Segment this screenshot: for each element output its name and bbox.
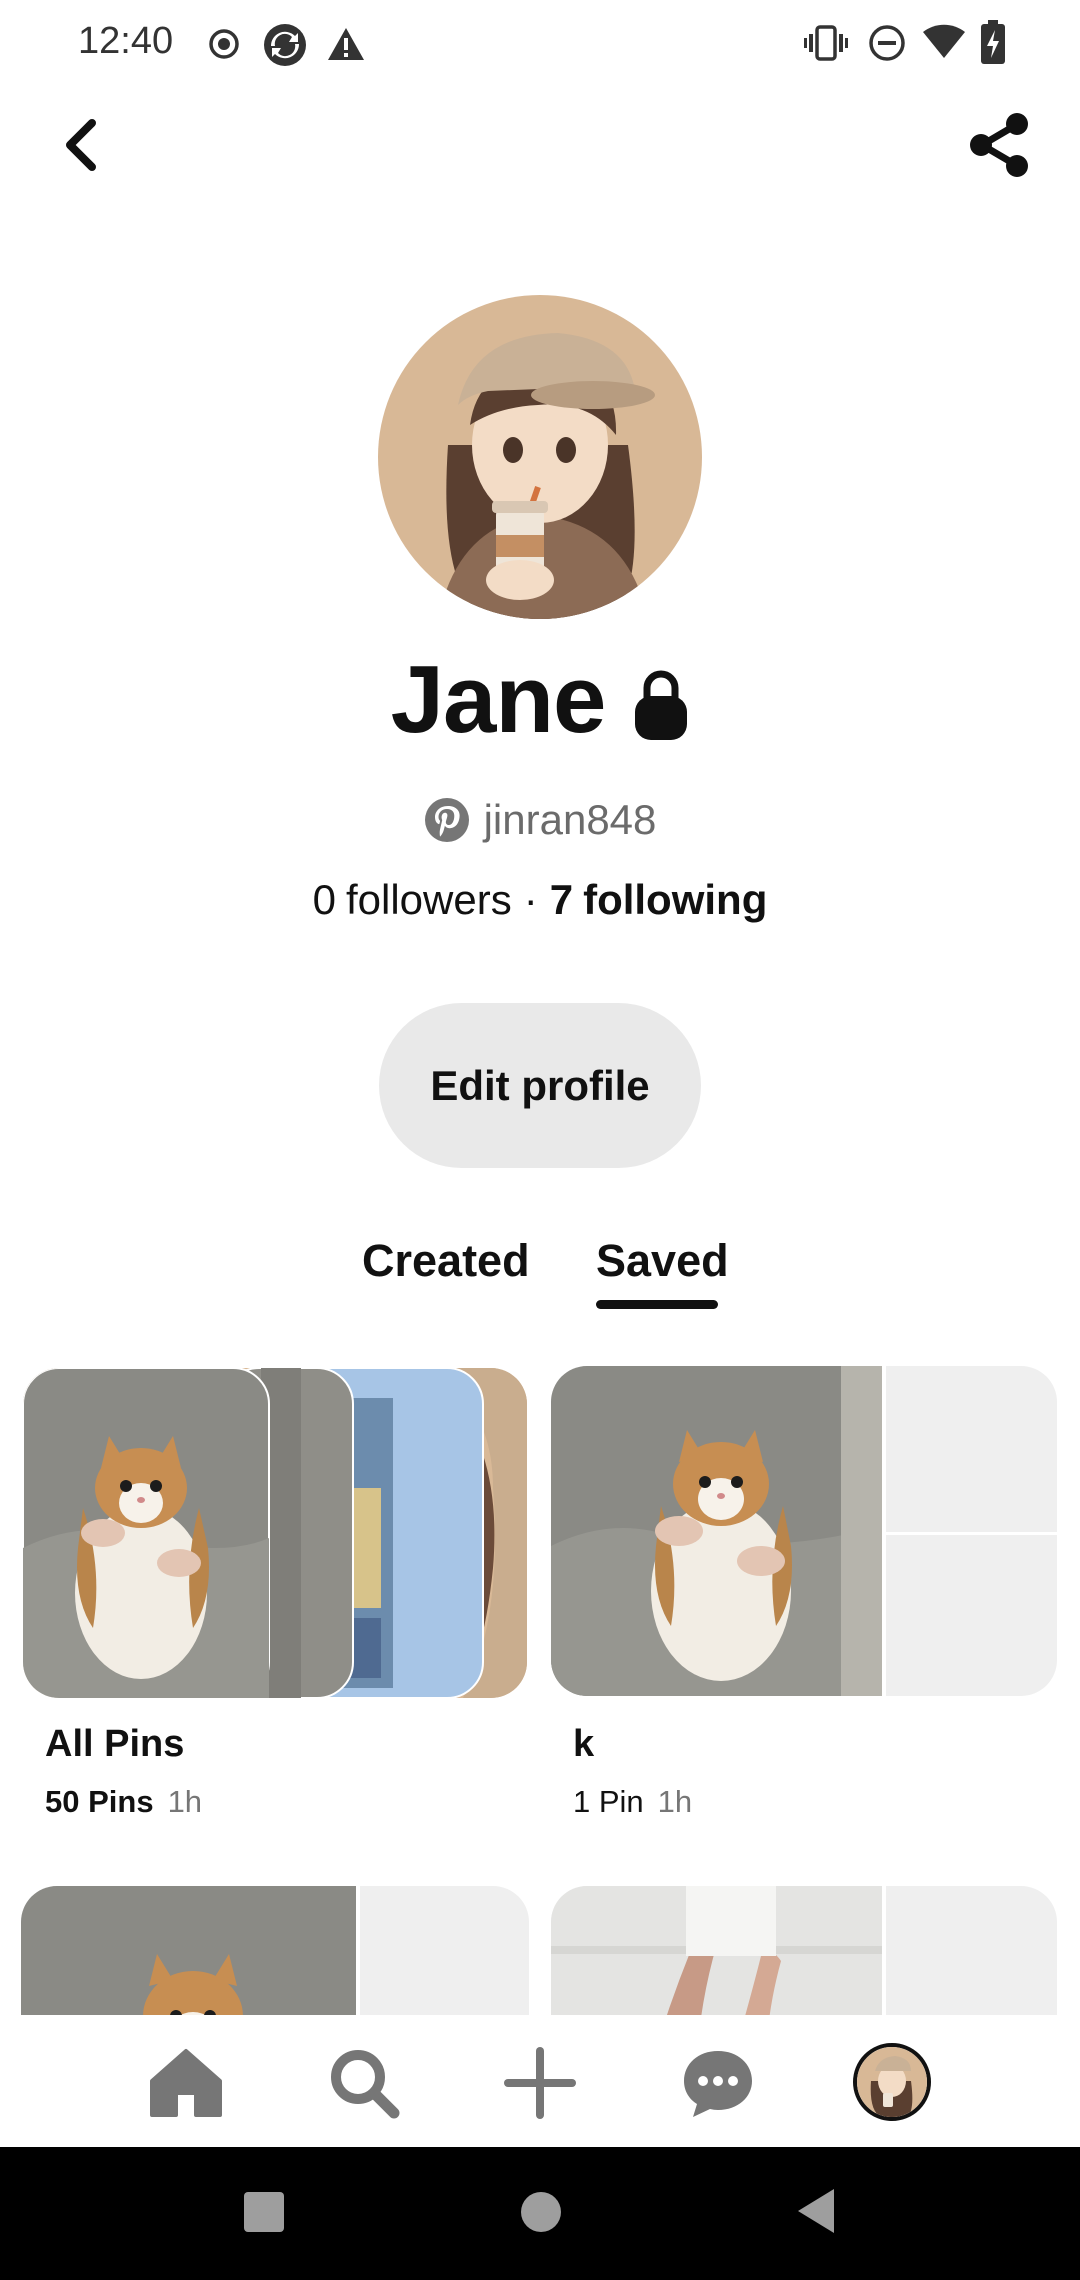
pinterest-logo-icon: [424, 798, 469, 842]
bottom-nav: [0, 2015, 1080, 2147]
chevron-left-icon: [66, 119, 96, 171]
battery-charging-icon: [981, 20, 1005, 64]
board-updated-time: 1h: [657, 1784, 693, 1819]
profile-avatar[interactable]: [378, 295, 702, 619]
board-pin-count: 50 Pins: [45, 1784, 154, 1819]
username-row: jinran848: [0, 790, 1080, 850]
following-stat[interactable]: 7 following: [550, 876, 768, 924]
all-pins-collage: [23, 1368, 527, 1698]
avatar-thumbnail: [857, 2047, 927, 2117]
board-updated-time: 1h: [167, 1784, 203, 1819]
create-icon: [504, 2047, 576, 2119]
record-icon: [209, 29, 239, 59]
board-title[interactable]: k: [573, 1723, 594, 1766]
board-pin-count: 1 Pin: [573, 1784, 644, 1819]
search-icon: [331, 2050, 400, 2119]
warning-icon: [328, 28, 364, 60]
wifi-icon: [923, 24, 965, 58]
tab-saved[interactable]: Saved: [596, 1235, 729, 1287]
board-cover-k[interactable]: [551, 1366, 1057, 1696]
edit-profile-button[interactable]: Edit profile: [379, 1003, 701, 1168]
status-bar: 12:40: [0, 0, 1080, 90]
vibrate-icon: [804, 25, 848, 61]
profile-name-row: Jane: [0, 645, 1080, 755]
board-title[interactable]: All Pins: [45, 1723, 184, 1766]
profile-name: Jane: [390, 646, 607, 753]
nav-messages[interactable]: [680, 2045, 756, 2121]
board-meta: 1 Pin 1h: [573, 1784, 692, 1820]
following-label: following: [583, 876, 768, 923]
follow-stats: 0 followers · 7 following: [0, 870, 1080, 930]
nav-create[interactable]: [502, 2045, 578, 2121]
lock-icon: [635, 670, 688, 740]
recents-icon[interactable]: [243, 2191, 285, 2233]
nav-profile-avatar[interactable]: [853, 2043, 931, 2121]
username: jinran848: [483, 796, 657, 843]
back-nav-icon[interactable]: [796, 2187, 836, 2235]
share-button[interactable]: [960, 105, 1040, 185]
home-button-icon[interactable]: [520, 2191, 562, 2233]
following-count: 7: [549, 876, 574, 923]
messages-icon: [684, 2051, 752, 2117]
status-time: 12:40: [78, 20, 174, 62]
nav-search[interactable]: [326, 2045, 402, 2121]
k-board-collage: [551, 1366, 1057, 1696]
home-icon: [150, 2049, 222, 2117]
back-button[interactable]: [48, 105, 118, 185]
board-meta: 50 Pins 1h: [45, 1784, 202, 1820]
system-nav-bar: [0, 2147, 1080, 2280]
avatar-illustration: [378, 295, 702, 619]
share-icon: [970, 113, 1028, 177]
followers-label: followers: [345, 876, 512, 923]
followers-count: 0: [312, 876, 336, 923]
active-tab-indicator: [596, 1300, 718, 1309]
board-cover-all-pins[interactable]: [23, 1368, 527, 1698]
sync-icon: [264, 24, 306, 66]
stats-separator: ·: [523, 876, 538, 923]
followers-stat[interactable]: 0 followers: [313, 876, 512, 924]
nav-home[interactable]: [148, 2045, 224, 2121]
do-not-disturb-icon: [869, 25, 905, 61]
tab-created[interactable]: Created: [362, 1235, 530, 1287]
